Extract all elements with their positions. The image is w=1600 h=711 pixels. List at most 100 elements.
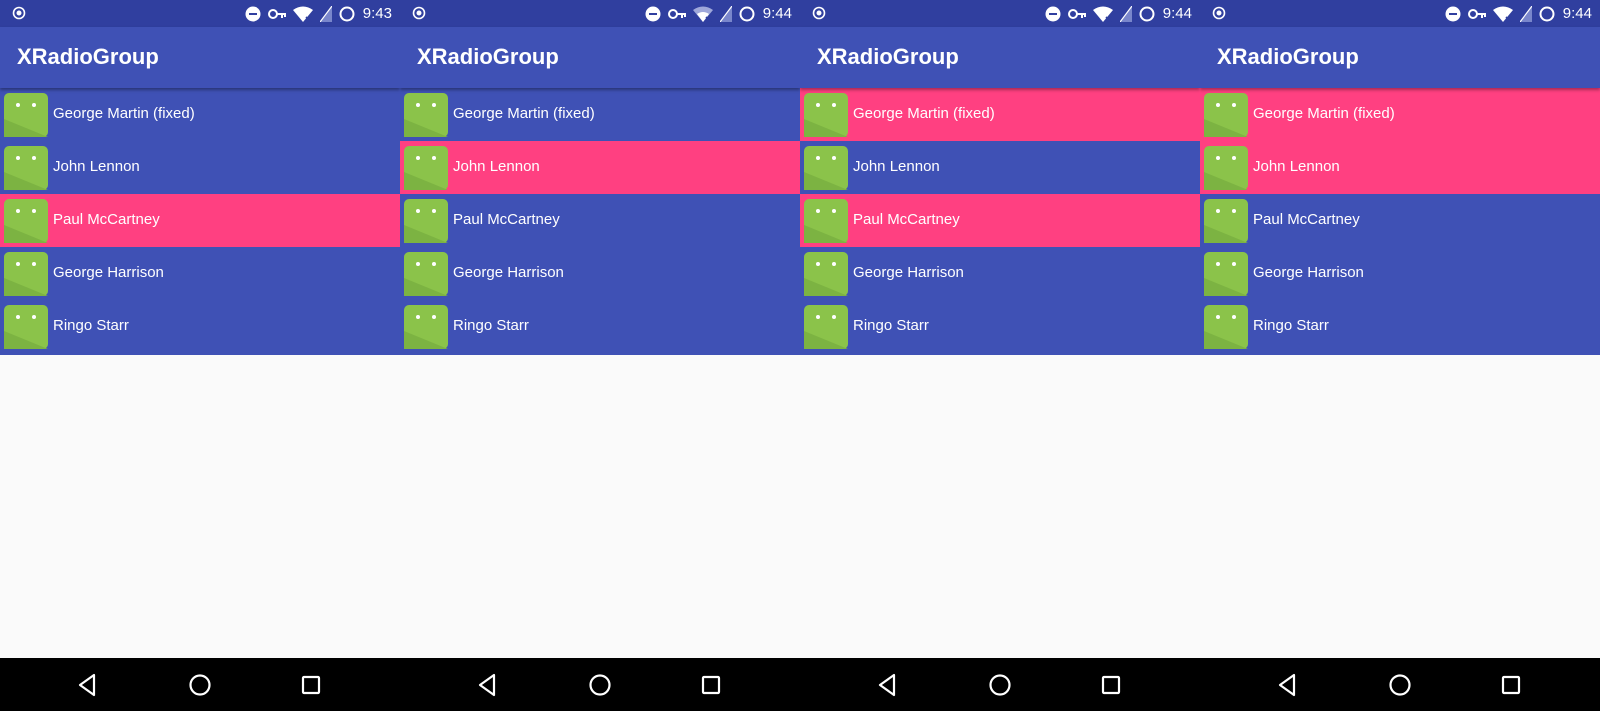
recents-icon[interactable] [1498, 672, 1524, 698]
android-icon [404, 146, 448, 190]
phone-screen: 9:44 XRadioGroup George Martin (fixed) J… [1200, 0, 1600, 711]
record-icon [12, 6, 26, 20]
phone-screen: 9:44 XRadioGroup George Martin (fixed) J… [400, 0, 800, 711]
no-sim-icon [319, 5, 332, 22]
list-item-label: Paul McCartney [453, 211, 560, 228]
list-item[interactable]: George Martin (fixed) [400, 88, 800, 141]
status-bar: 9:44 [400, 0, 800, 27]
status-bar: 9:44 [1200, 0, 1600, 27]
android-icon [1204, 146, 1248, 190]
list-item-label: John Lennon [53, 158, 140, 175]
wifi-icon [292, 6, 313, 22]
radio-list: George Martin (fixed) John Lennon Paul M… [0, 88, 400, 355]
list-item-label: George Harrison [53, 264, 164, 281]
wifi-icon [1492, 6, 1513, 22]
circle-icon [339, 6, 355, 21]
app-bar: XRadioGroup [0, 27, 400, 88]
app-bar: XRadioGroup [800, 27, 1200, 88]
list-item[interactable]: Ringo Starr [400, 300, 800, 353]
list-item[interactable]: George Harrison [800, 247, 1200, 300]
vpn-key-icon [667, 8, 686, 19]
do-not-disturb-icon [1445, 6, 1461, 21]
navigation-bar [0, 658, 400, 711]
back-icon[interactable] [875, 672, 901, 698]
list-item[interactable]: George Martin (fixed) [1200, 88, 1600, 141]
list-item-label: Ringo Starr [453, 317, 529, 334]
back-icon[interactable] [1275, 672, 1301, 698]
list-item[interactable]: John Lennon [0, 141, 400, 194]
navigation-bar [800, 658, 1200, 711]
list-item-label: John Lennon [453, 158, 540, 175]
android-icon [1204, 305, 1248, 349]
circle-icon [1539, 6, 1555, 21]
recents-icon[interactable] [1098, 672, 1124, 698]
list-item[interactable]: George Harrison [1200, 247, 1600, 300]
app-title: XRadioGroup [1217, 44, 1359, 69]
list-item-label: George Harrison [853, 264, 964, 281]
status-clock: 9:44 [762, 5, 792, 22]
list-item-label: Ringo Starr [853, 317, 929, 334]
list-item[interactable]: George Martin (fixed) [800, 88, 1200, 141]
list-item-label: George Harrison [453, 264, 564, 281]
android-icon [4, 305, 48, 349]
radio-list: George Martin (fixed) John Lennon Paul M… [400, 88, 800, 355]
wifi-icon [692, 6, 713, 22]
android-icon [804, 305, 848, 349]
list-item[interactable]: Paul McCartney [1200, 194, 1600, 247]
android-icon [804, 146, 848, 190]
android-icon [404, 305, 448, 349]
record-icon [812, 6, 826, 20]
android-icon [404, 93, 448, 137]
list-item-label: George Martin (fixed) [1253, 105, 1395, 122]
list-item[interactable]: Ringo Starr [0, 300, 400, 353]
back-icon[interactable] [475, 672, 501, 698]
status-bar: 9:44 [800, 0, 1200, 27]
android-icon [1204, 199, 1248, 243]
list-item[interactable]: George Martin (fixed) [0, 88, 400, 141]
list-item-label: George Martin (fixed) [53, 105, 195, 122]
home-icon[interactable] [187, 672, 213, 698]
list-item[interactable]: Paul McCartney [0, 194, 400, 247]
no-sim-icon [1119, 5, 1132, 22]
home-icon[interactable] [987, 672, 1013, 698]
vpn-key-icon [1067, 8, 1086, 19]
recents-icon[interactable] [298, 672, 324, 698]
back-icon[interactable] [75, 672, 101, 698]
android-icon [404, 199, 448, 243]
android-icon [4, 146, 48, 190]
no-sim-icon [719, 5, 732, 22]
record-icon [412, 6, 426, 20]
record-icon [1212, 6, 1226, 20]
list-item-label: Paul McCartney [853, 211, 960, 228]
status-bar: 9:43 [0, 0, 400, 27]
list-item[interactable]: Ringo Starr [800, 300, 1200, 353]
recents-icon[interactable] [698, 672, 724, 698]
list-item[interactable]: John Lennon [400, 141, 800, 194]
home-icon[interactable] [587, 672, 613, 698]
list-item[interactable]: John Lennon [800, 141, 1200, 194]
list-item-label: Paul McCartney [1253, 211, 1360, 228]
wifi-icon [1092, 6, 1113, 22]
list-item[interactable]: George Harrison [0, 247, 400, 300]
radio-list: George Martin (fixed) John Lennon Paul M… [800, 88, 1200, 355]
app-bar: XRadioGroup [400, 27, 800, 88]
android-icon [4, 93, 48, 137]
list-item[interactable]: Paul McCartney [800, 194, 1200, 247]
list-item[interactable]: Paul McCartney [400, 194, 800, 247]
do-not-disturb-icon [1045, 6, 1061, 21]
android-icon [804, 93, 848, 137]
android-icon [4, 252, 48, 296]
app-title: XRadioGroup [817, 44, 959, 69]
android-icon [804, 252, 848, 296]
home-icon[interactable] [1387, 672, 1413, 698]
vpn-key-icon [1467, 8, 1486, 19]
phone-screen: 9:44 XRadioGroup George Martin (fixed) J… [800, 0, 1200, 711]
list-item[interactable]: Ringo Starr [1200, 300, 1600, 353]
navigation-bar [1200, 658, 1600, 711]
android-icon [1204, 252, 1248, 296]
list-item[interactable]: John Lennon [1200, 141, 1600, 194]
do-not-disturb-icon [245, 6, 261, 21]
list-item[interactable]: George Harrison [400, 247, 800, 300]
status-clock: 9:44 [1162, 5, 1192, 22]
navigation-bar [400, 658, 800, 711]
